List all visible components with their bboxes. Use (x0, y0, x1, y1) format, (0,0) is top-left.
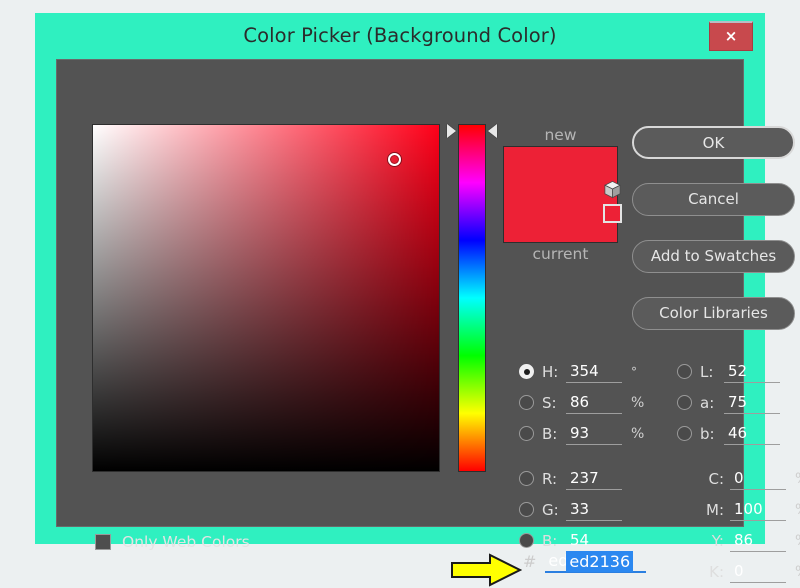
field-row-l-lab: L: (677, 356, 800, 387)
cancel-button[interactable]: Cancel (632, 183, 795, 216)
radio-r-rgb[interactable] (519, 471, 534, 486)
field-row-s-hsb: S:% (519, 387, 647, 418)
field-row-y-cmyk: Y:% (677, 525, 800, 556)
input-a-lab[interactable] (724, 391, 780, 414)
label-m-cmyk: M: (706, 500, 724, 519)
radio-a-lab[interactable] (677, 395, 692, 410)
label-h-hsb: H: (542, 362, 559, 381)
only-web-colors-label: Only Web Colors (122, 533, 250, 551)
dialog-buttons: OK Cancel Add to Swatches Color Librarie… (632, 126, 795, 354)
dialog-title: Color Picker (Background Color) (243, 24, 557, 47)
color-picker-dialog: new current OK Cancel Add to Swatches Co… (56, 59, 800, 587)
unit-s-hsb: % (631, 394, 645, 411)
unit-c-cmyk: % (795, 471, 800, 487)
close-icon: × (724, 27, 738, 45)
radio-l-lab[interactable] (677, 364, 692, 379)
hex-hash-label: # (523, 552, 537, 571)
hue-slider[interactable] (458, 124, 486, 472)
field-group-gap (677, 449, 800, 463)
input-g-rgb[interactable] (566, 498, 622, 521)
gamut-safe-color-swatch[interactable] (602, 204, 622, 223)
input-k-cmyk[interactable] (730, 560, 786, 583)
only-web-colors-checkbox[interactable] (95, 534, 111, 550)
ok-button[interactable]: OK (632, 126, 795, 159)
input-s-hsb[interactable] (566, 391, 622, 414)
input-c-cmyk[interactable] (730, 467, 786, 490)
field-row-m-cmyk: M:% (677, 494, 800, 525)
radio-h-hsb[interactable] (519, 364, 534, 379)
gamut-warning-group (600, 180, 624, 223)
label-b-rgb: B: (542, 531, 558, 550)
field-group-gap (519, 449, 647, 463)
label-a-lab: a: (700, 393, 715, 412)
label-l-lab: L: (700, 362, 714, 381)
field-row-b-lab: b: (677, 418, 800, 449)
hue-slider-group (447, 123, 497, 472)
color-libraries-button[interactable]: Color Libraries (632, 297, 795, 330)
field-row-k-cmyk: K:% (677, 556, 800, 587)
label-r-rgb: R: (542, 469, 558, 488)
radio-g-rgb[interactable] (519, 502, 534, 517)
unit-y-cmyk: % (795, 533, 800, 549)
label-s-hsb: S: (542, 393, 557, 412)
input-l-lab[interactable] (724, 360, 780, 383)
radio-b-lab[interactable] (677, 426, 692, 441)
arrow-right-icon (451, 553, 522, 587)
label-b-hsb: B: (542, 424, 558, 443)
input-m-cmyk[interactable] (730, 498, 786, 521)
field-row-c-cmyk: C:% (677, 463, 800, 494)
close-button[interactable]: × (709, 21, 753, 51)
dialog-teal-frame: Color Picker (Background Color) × new cu… (35, 13, 800, 587)
hex-field-row: # ed2136 (523, 550, 647, 573)
hue-marker-right-icon (488, 123, 497, 138)
input-b-hsb[interactable] (566, 422, 622, 445)
current-color-label: current (532, 245, 589, 263)
new-color-label: new (544, 126, 577, 144)
radio-b-rgb[interactable] (519, 533, 534, 548)
add-to-swatches-button[interactable]: Add to Swatches (632, 240, 795, 273)
hue-marker-left-icon (447, 123, 456, 138)
field-row-b-hsb: B:% (519, 418, 647, 449)
label-b-lab: b: (700, 424, 715, 443)
unit-h-hsb: ° (631, 364, 637, 379)
radio-s-hsb[interactable] (519, 395, 534, 410)
unit-b-hsb: % (631, 425, 645, 442)
input-b-lab[interactable] (724, 422, 780, 445)
input-r-rgb[interactable] (566, 467, 622, 490)
label-c-cmyk: C: (708, 469, 724, 488)
unit-k-cmyk: % (795, 564, 800, 580)
lab-cmyk-fields: L:a:b:C:%M:%Y:%K:% (677, 356, 800, 587)
hex-input[interactable] (545, 550, 647, 573)
input-y-cmyk[interactable] (730, 529, 786, 552)
sb-gradient (93, 125, 439, 471)
title-bar: Color Picker (Background Color) × (35, 13, 765, 59)
out-of-gamut-cube-icon[interactable] (603, 180, 622, 199)
input-h-hsb[interactable] (566, 360, 622, 383)
field-row-a-lab: a: (677, 387, 800, 418)
radio-b-hsb[interactable] (519, 426, 534, 441)
label-k-cmyk: K: (709, 562, 724, 581)
label-y-cmyk: Y: (711, 531, 724, 550)
saturation-brightness-field[interactable] (92, 124, 440, 472)
field-row-g-rgb: G: (519, 494, 647, 525)
unit-m-cmyk: % (795, 502, 800, 518)
field-row-r-rgb: R: (519, 463, 647, 494)
input-b-rgb[interactable] (566, 529, 622, 552)
only-web-colors-row[interactable]: Only Web Colors (95, 533, 250, 551)
field-row-h-hsb: H: ° (519, 356, 647, 387)
label-g-rgb: G: (542, 500, 559, 519)
hsb-rgb-fields: H:°S:%B:%R:G:B: (519, 356, 647, 556)
